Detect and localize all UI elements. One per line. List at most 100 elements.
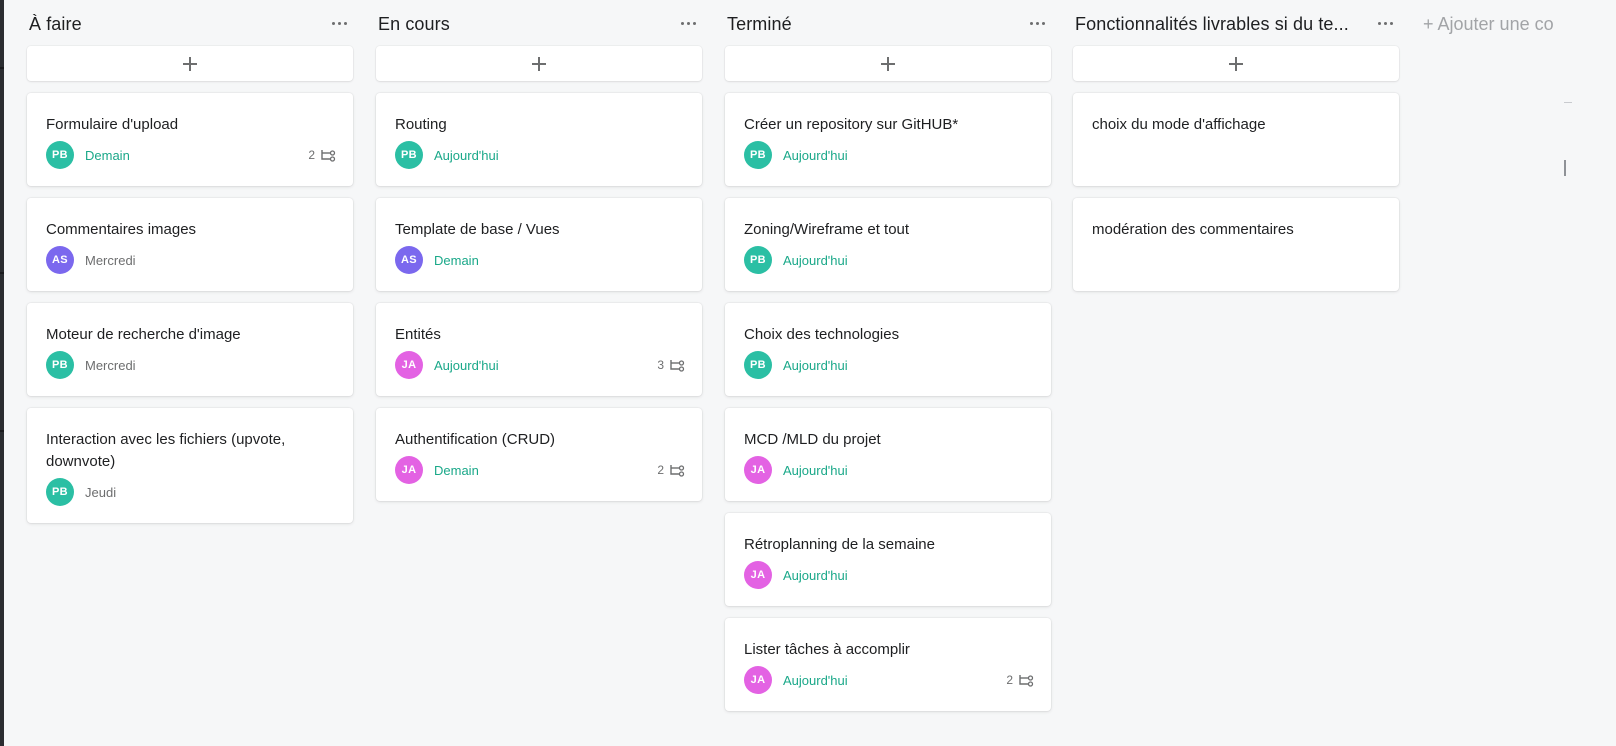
assignee-avatar[interactable]: JA	[744, 666, 772, 694]
right-side-panel	[1564, 0, 1616, 746]
more-options-icon[interactable]	[676, 12, 700, 34]
task-title: Formulaire d'upload	[46, 116, 179, 133]
assignee-avatar[interactable]: JA	[744, 456, 772, 484]
subtask-count-label: 2	[1006, 673, 1013, 687]
assignee-avatar[interactable]: PB	[46, 141, 74, 169]
due-date[interactable]: Aujourd'hui	[783, 358, 848, 373]
task-card[interactable]: Formulaire d'upload PB Demain 2	[27, 93, 353, 186]
column-header: En cours	[376, 8, 702, 40]
task-title: Authentification (CRUD)	[395, 431, 556, 448]
due-date[interactable]: Aujourd'hui	[783, 253, 848, 268]
task-meta: PB Aujourd'hui	[744, 351, 1034, 379]
task-title: Lister tâches à accomplir	[744, 641, 910, 658]
task-title: Routing	[395, 116, 447, 133]
task-title: choix du mode d'affichage	[1092, 116, 1266, 133]
task-card[interactable]: Zoning/Wireframe et tout PB Aujourd'hui	[725, 198, 1051, 291]
subtask-icon	[670, 465, 685, 477]
due-date[interactable]: Demain	[434, 463, 479, 478]
task-card[interactable]: Créer un repository sur GitHUB* PB Aujourd…	[725, 93, 1051, 186]
task-meta: PB Jeudi	[46, 478, 336, 506]
task-meta: JA Aujourd'hui	[744, 561, 1034, 589]
task-meta: JA Aujourd'hui	[744, 456, 1034, 484]
due-date[interactable]: Aujourd'hui	[783, 463, 848, 478]
task-card[interactable]: Moteur de recherche d'image PB Mercredi	[27, 303, 353, 396]
task-card[interactable]: MCD /MLD du projet JA Aujourd'hui	[725, 408, 1051, 501]
subtask-count-label: 3	[657, 358, 664, 372]
due-date[interactable]: Demain	[85, 148, 130, 163]
task-meta: PB Mercredi	[46, 351, 336, 379]
assignee-avatar[interactable]: PB	[744, 141, 772, 169]
column-header: À faire	[27, 8, 353, 40]
add-task-button[interactable]	[725, 46, 1051, 81]
task-title: Template de base / Vues	[395, 221, 560, 238]
column-title[interactable]: À faire	[29, 14, 329, 35]
more-options-icon[interactable]	[1025, 12, 1049, 34]
task-card[interactable]: Entités JA Aujourd'hui 3	[376, 303, 702, 396]
task-card[interactable]: Choix des technologies PB Aujourd'hui	[725, 303, 1051, 396]
due-date[interactable]: Aujourd'hui	[783, 673, 848, 688]
assignee-avatar[interactable]: AS	[46, 246, 74, 274]
task-title: Créer un repository sur GitHUB*	[744, 116, 959, 133]
more-options-icon[interactable]	[1373, 12, 1397, 34]
assignee-avatar[interactable]: PB	[744, 351, 772, 379]
plus-icon	[183, 56, 197, 71]
add-task-button[interactable]	[27, 46, 353, 81]
assignee-avatar[interactable]: AS	[395, 246, 423, 274]
column-header: Terminé	[725, 8, 1051, 40]
subtask-count[interactable]: 2	[308, 148, 336, 162]
plus-icon	[532, 56, 546, 71]
add-task-button[interactable]	[376, 46, 702, 81]
due-date[interactable]: Mercredi	[85, 253, 136, 268]
task-card[interactable]: Rétroplanning de la semaine JA Aujourd'hui	[725, 513, 1051, 606]
more-options-icon[interactable]	[327, 12, 351, 34]
add-section-button[interactable]: + Ajouter une co	[1423, 14, 1554, 35]
task-meta: PB Demain	[46, 141, 336, 169]
add-task-button[interactable]	[1073, 46, 1399, 81]
assignee-avatar[interactable]: PB	[744, 246, 772, 274]
due-date[interactable]: Aujourd'hui	[783, 148, 848, 163]
task-title: modération des commentaires	[1092, 221, 1294, 238]
task-card[interactable]: Authentification (CRUD) JA Demain 2	[376, 408, 702, 501]
assignee-avatar[interactable]: PB	[395, 141, 423, 169]
assignee-avatar[interactable]: PB	[46, 351, 74, 379]
assignee-avatar[interactable]: JA	[395, 456, 423, 484]
task-meta: AS Mercredi	[46, 246, 336, 274]
due-date[interactable]: Mercredi	[85, 358, 136, 373]
column-title[interactable]: En cours	[378, 14, 678, 35]
due-date[interactable]: Aujourd'hui	[434, 148, 499, 163]
column-title[interactable]: Terminé	[727, 14, 1027, 35]
task-meta: PB Aujourd'hui	[395, 141, 685, 169]
task-card[interactable]: modération des commentaires	[1073, 198, 1399, 291]
task-meta: JA Aujourd'hui	[395, 351, 685, 379]
task-title: Rétroplanning de la semaine	[744, 536, 935, 553]
plus-icon	[881, 56, 895, 71]
column-title[interactable]: Fonctionnalités livrables si du te...	[1075, 14, 1375, 35]
due-date[interactable]: Demain	[434, 253, 479, 268]
subtask-count[interactable]: 2	[657, 463, 685, 477]
task-card[interactable]: choix du mode d'affichage	[1073, 93, 1399, 186]
task-title: Moteur de recherche d'image	[46, 326, 241, 343]
task-meta: PB Aujourd'hui	[744, 141, 1034, 169]
assignee-avatar[interactable]: JA	[744, 561, 772, 589]
task-card[interactable]: Template de base / Vues AS Demain	[376, 198, 702, 291]
subtask-icon	[670, 360, 685, 372]
plus-icon	[1229, 56, 1243, 71]
task-meta: AS Demain	[395, 246, 685, 274]
column-header: Fonctionnalités livrables si du te...	[1073, 8, 1399, 40]
subtask-count-label: 2	[657, 463, 664, 477]
kanban-board: À faire Formulaire d'upload PB Demain 2 Comme…	[0, 0, 1564, 746]
subtask-icon	[1019, 675, 1034, 687]
subtask-count[interactable]: 3	[657, 358, 685, 372]
task-card[interactable]: Commentaires images AS Mercredi	[27, 198, 353, 291]
task-card[interactable]: Routing PB Aujourd'hui	[376, 93, 702, 186]
due-date[interactable]: Aujourd'hui	[783, 568, 848, 583]
task-card[interactable]: Interaction avec les fichiers (upvote, d…	[27, 408, 353, 523]
assignee-avatar[interactable]: PB	[46, 478, 74, 506]
due-date[interactable]: Aujourd'hui	[434, 358, 499, 373]
assignee-avatar[interactable]: JA	[395, 351, 423, 379]
subtask-count[interactable]: 2	[1006, 673, 1034, 687]
task-card[interactable]: Lister tâches à accomplir JA Aujourd'hui 2	[725, 618, 1051, 711]
task-title: Interaction avec les fichiers (upvote, d…	[46, 431, 286, 470]
due-date[interactable]: Jeudi	[85, 485, 116, 500]
task-meta: JA Aujourd'hui	[744, 666, 1034, 694]
